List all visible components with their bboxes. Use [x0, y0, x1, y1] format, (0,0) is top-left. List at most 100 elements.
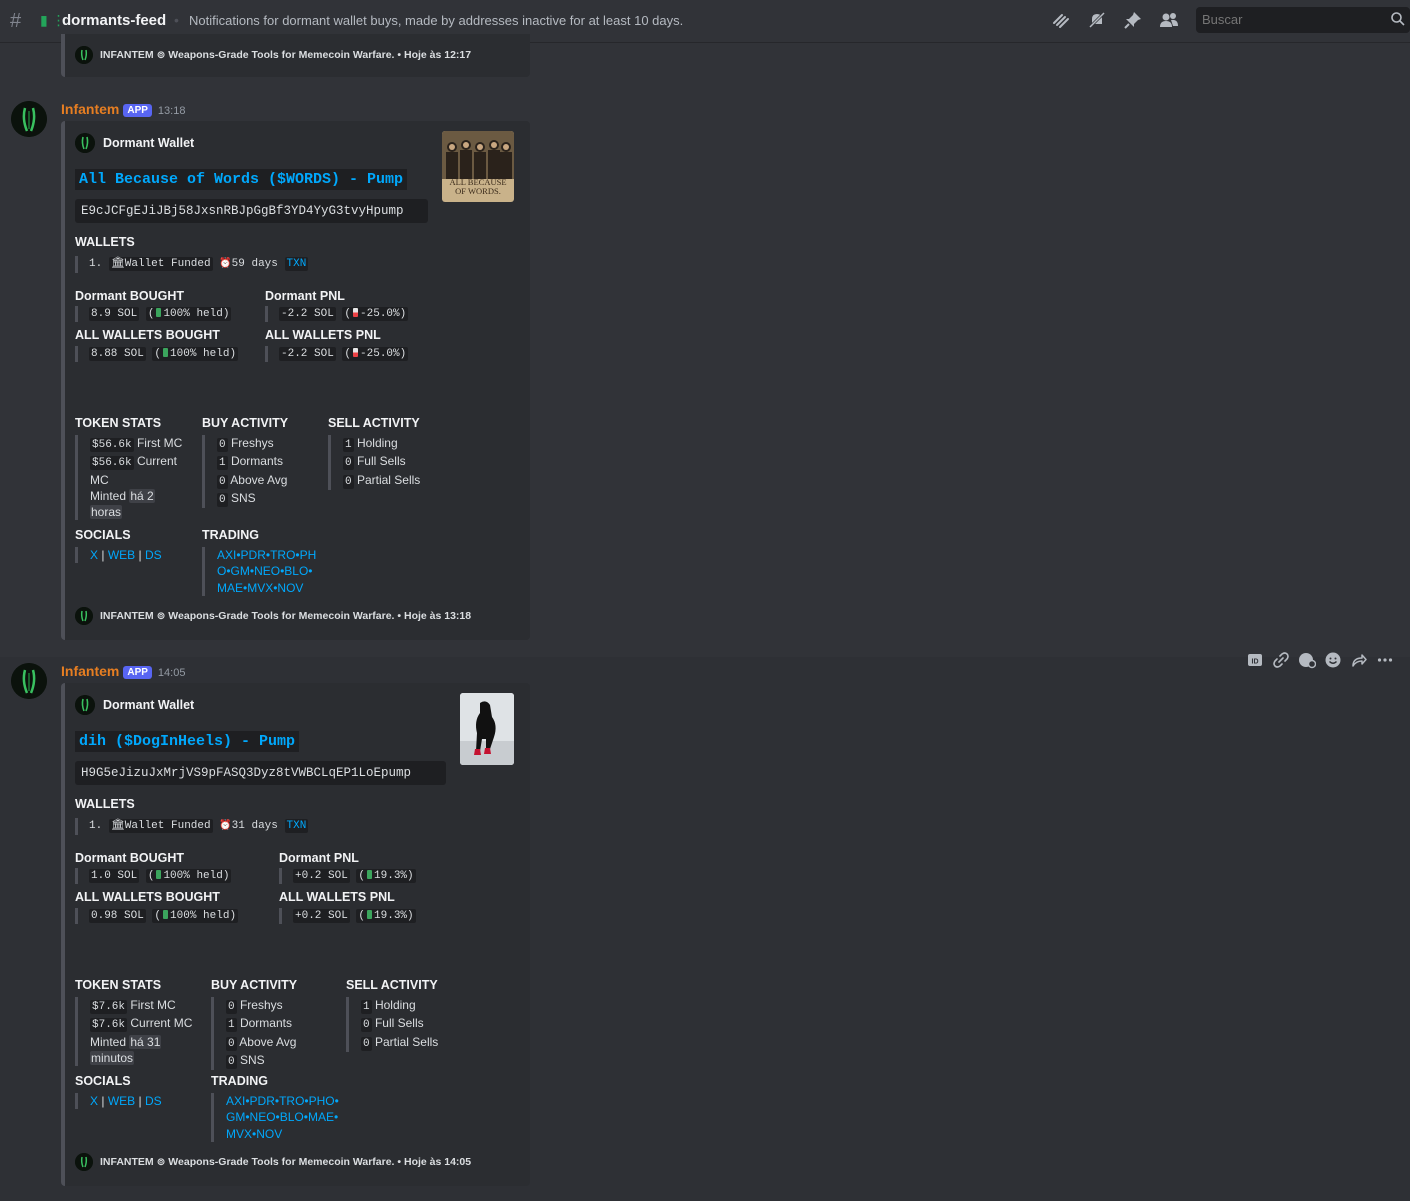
dormant-days: 59 days	[231, 258, 278, 270]
sell-type: Partial Sells	[374, 1034, 439, 1049]
buy-activity-label: BUY ACTIVITY	[202, 416, 289, 430]
add-reaction-icon[interactable]	[1323, 650, 1343, 670]
embed-title[interactable]: dih ($DogInHeels) - Pump	[75, 731, 300, 752]
mint-address[interactable]: H9G5eJizuJxMrjVS9pFASQ3Dyz8tVWBCLqEP1LoE…	[75, 761, 446, 785]
web-link[interactable]: WEB	[108, 548, 135, 562]
battery-full-icon	[163, 348, 169, 357]
buy-type: SNS	[239, 1052, 265, 1067]
app-id-icon[interactable]: ID	[1245, 650, 1265, 670]
dormant-bought-label: Dormant BOUGHT	[75, 851, 185, 865]
prev-embed: INFANTEM ⊚ Weapons-Grade Tools for Memec…	[61, 34, 530, 77]
current-mc-value: $7.6k	[90, 1018, 128, 1033]
timestamp[interactable]: 13:18	[158, 105, 186, 117]
trading-link-line[interactable]: MVX•NOV	[226, 1126, 339, 1142]
channel-topic[interactable]: Notifications for dormant wallet buys, m…	[189, 13, 683, 28]
alarm-clock-icon: ⏰	[219, 821, 232, 832]
footer-avatar	[75, 1153, 93, 1171]
percent: 100% held	[170, 910, 230, 922]
app-badge: APP	[123, 104, 152, 117]
embed: Dormant Wallet dih ($DogInHeels) - Pump …	[61, 683, 530, 1186]
buy-type: Freshys	[239, 998, 283, 1012]
trading-link-line[interactable]: MAE•MVX•NOV	[217, 580, 316, 596]
search-input[interactable]	[1202, 12, 1382, 27]
add-super-reaction-icon[interactable]	[1297, 650, 1317, 670]
buy-activity: 0 Freshys 1 Dormants 0 Above Avg 0 SNS	[211, 997, 296, 1071]
count: 0	[226, 1000, 237, 1014]
sell-type: Holding	[356, 436, 398, 450]
wallet-funded[interactable]: 🏛Wallet Funded	[108, 819, 213, 833]
x-link[interactable]: X	[90, 1094, 98, 1108]
txn-link[interactable]: TXN	[284, 257, 309, 271]
count: 0	[217, 474, 228, 489]
wallet-row: 1. 🏛Wallet Funded ⏰59 days TXN	[75, 256, 309, 273]
message[interactable]: Infantem APP 14:05 Dormant Wallet dih ($Do…	[0, 657, 1410, 1201]
amount: -2.2 SOL	[279, 347, 336, 361]
trading-link-line[interactable]: GM•NEO•BLO•MAE•	[226, 1109, 339, 1125]
message-header: Infantem APP 14:05	[61, 663, 185, 679]
battery-full-icon	[367, 910, 373, 919]
trading-links: AXI•PDR•TRO•PHO• GM•NEO•BLO•MAE• MVX•NOV	[211, 1093, 339, 1142]
socials-links: X | WEB | DS	[75, 1093, 162, 1110]
token-thumbnail[interactable]	[460, 693, 514, 765]
buy-type: Dormants	[230, 454, 283, 469]
avatar[interactable]	[11, 101, 47, 137]
sell-activity: 1 Holding 0 Full Sells 0 Partial Sells	[346, 997, 438, 1052]
wallet-index: 1.	[89, 820, 103, 832]
ds-link[interactable]: DS	[145, 1094, 162, 1108]
dormant-pnl-label: Dormant PNL	[265, 289, 345, 303]
dormant-pnl-value: -2.2 SOL (-25.0%)	[265, 306, 409, 322]
buy-activity: 0 Freshys 1 Dormants 0 Above Avg 0 SNS	[202, 435, 287, 509]
amount: -2.2 SOL	[279, 307, 336, 321]
trading-link-line[interactable]: AXI•PDR•TRO•PHO•	[226, 1093, 339, 1109]
pin-icon[interactable]	[1122, 9, 1144, 31]
battery-full-icon	[367, 870, 373, 879]
members-icon[interactable]	[1158, 9, 1180, 31]
txn-link[interactable]: TXN	[284, 819, 309, 833]
mint-address[interactable]: E9cJCFgEJiJBj58JxsnRBJpGgBf3YD4YyG3tvyHp…	[75, 199, 428, 223]
search-icon[interactable]	[1390, 11, 1406, 27]
x-link[interactable]: X	[90, 548, 98, 562]
web-link[interactable]: WEB	[108, 1094, 135, 1108]
embed-title[interactable]: All Because of Words ($WORDS) - Pump	[75, 169, 408, 190]
threads-icon[interactable]	[1050, 9, 1072, 31]
token-stats: $7.6k First MC $7.6k Current MC Minted h…	[75, 997, 192, 1067]
token-stats: $56.6k First MC $56.6k Current MC Minted…	[75, 435, 182, 521]
trading-link-line[interactable]: AXI•PDR•TRO•PH	[217, 547, 316, 563]
percent: 19.3%	[374, 910, 408, 922]
copy-link-icon[interactable]	[1271, 650, 1291, 670]
more-icon[interactable]	[1375, 650, 1395, 670]
forward-icon[interactable]	[1349, 650, 1369, 670]
trading-links: AXI•PDR•TRO•PH O•GM•NEO•BLO• MAE•MVX•NOV	[202, 547, 316, 596]
timestamp[interactable]: 14:05	[158, 667, 186, 679]
mute-bell-icon[interactable]	[1086, 9, 1108, 31]
first-mc-value: $7.6k	[90, 1000, 128, 1014]
author-name[interactable]: Infantem	[61, 663, 119, 679]
sell-activity: 1 Holding 0 Full Sells 0 Partial Sells	[328, 435, 420, 490]
token-thumbnail[interactable]: ALL BECAUSE OF WORDS.	[442, 131, 514, 202]
count: 0	[361, 1018, 372, 1033]
bank-icon: 🏛	[110, 820, 125, 832]
wallet-funded[interactable]: 🏛Wallet Funded	[108, 257, 213, 271]
footer-avatar	[75, 607, 93, 625]
buy-activity-label: BUY ACTIVITY	[211, 978, 298, 992]
wallet-label: Wallet Funded	[124, 258, 211, 270]
embed-author: Dormant Wallet	[75, 133, 194, 153]
minted-ago-cont: minutos	[90, 1050, 135, 1065]
amount: 0.98 SOL	[89, 909, 146, 923]
current-mc-label: Current	[136, 454, 177, 469]
avatar[interactable]	[11, 663, 47, 699]
message[interactable]: Infantem APP 13:18 Dormant Wallet All Beca…	[0, 95, 1410, 650]
all-pnl-value: +0.2 SOL (19.3%)	[279, 908, 416, 924]
svg-text:ID: ID	[1252, 659, 1259, 666]
amount: 8.9 SOL	[89, 307, 140, 321]
author-name[interactable]: Infantem	[61, 101, 119, 117]
all-pnl-value: -2.2 SOL (-25.0%)	[265, 346, 409, 362]
sell-type: Full Sells	[356, 454, 406, 469]
embed-footer: INFANTEM ⊚ Weapons-Grade Tools for Memec…	[75, 46, 471, 64]
wallet-label: Wallet Funded	[124, 820, 211, 832]
ds-link[interactable]: DS	[145, 548, 162, 562]
app-badge: APP	[123, 666, 152, 679]
search-box[interactable]	[1196, 7, 1410, 33]
minted-label: Minted	[90, 488, 127, 503]
trading-link-line[interactable]: O•GM•NEO•BLO•	[217, 563, 316, 579]
